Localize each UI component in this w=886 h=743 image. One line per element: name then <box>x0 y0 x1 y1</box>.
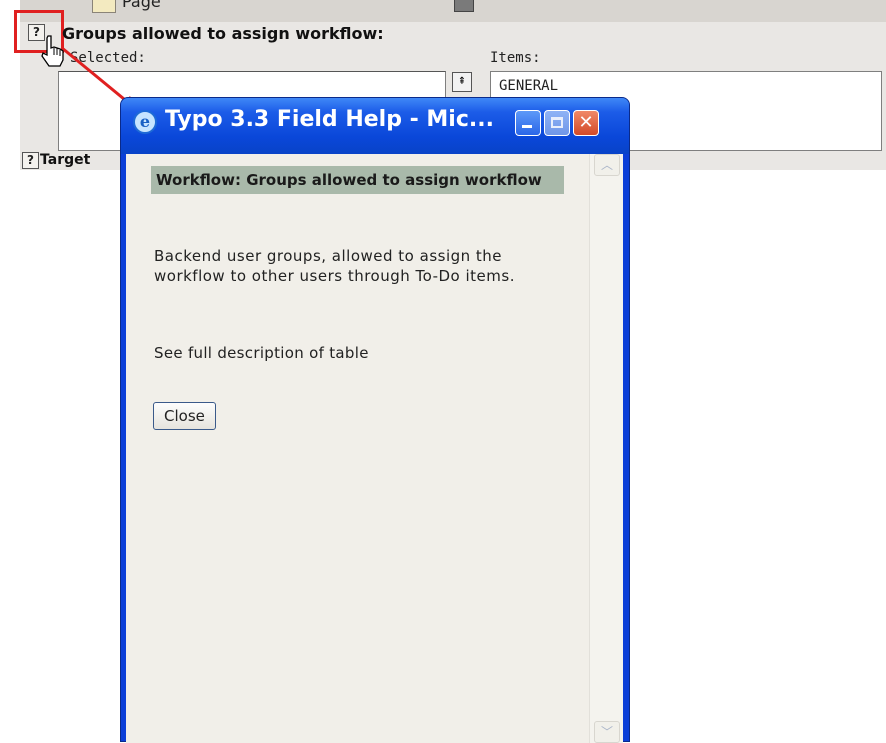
close-icon: ✕ <box>578 112 594 133</box>
full-description-link[interactable]: See full description of table <box>154 344 369 362</box>
hand-cursor-icon <box>41 35 64 67</box>
scroll-down-icon[interactable]: ﹀ <box>594 721 620 743</box>
close-window-button[interactable]: ✕ <box>573 110 599 136</box>
ie-icon: e <box>133 110 157 134</box>
close-button[interactable]: Close <box>153 402 216 430</box>
help-description: Backend user groups, allowed to assign t… <box>154 247 515 285</box>
minimize-button[interactable] <box>515 110 541 136</box>
help-content: Workflow: Groups allowed to assign workf… <box>126 154 589 743</box>
window-client-area: Workflow: Groups allowed to assign workf… <box>126 154 623 743</box>
window-title: Typo 3.3 Field Help - Mic... <box>165 107 494 132</box>
window-titlebar[interactable]: e Typo 3.3 Field Help - Mic... ✕ <box>121 98 629 154</box>
help-popup-window: e Typo 3.3 Field Help - Mic... ✕ Workflo… <box>120 97 630 743</box>
vertical-scrollbar[interactable]: ︿ ﹀ <box>589 154 623 743</box>
maximize-button[interactable] <box>544 110 570 136</box>
scroll-up-icon[interactable]: ︿ <box>594 154 620 176</box>
help-heading: Workflow: Groups allowed to assign workf… <box>151 166 564 194</box>
